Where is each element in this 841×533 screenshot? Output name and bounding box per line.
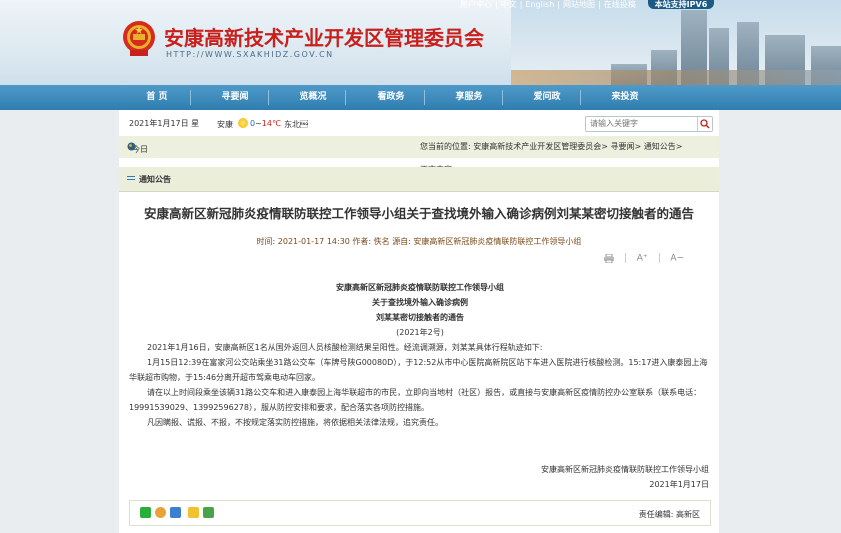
nav-services[interactable]: 享服务 bbox=[439, 85, 499, 110]
article-body: 安康高新区新冠肺炎疫情联防联控工作领导小组 关于查找境外输入确诊病例 刘某某密切… bbox=[129, 280, 711, 430]
skyline-banner bbox=[511, 0, 841, 85]
share-bar: 责任编辑: 高新区 bbox=[129, 500, 711, 526]
paragraph: 2021年1月16日，安康高新区1名从国外返回人员核酸检测结果呈阳性。经流调溯源… bbox=[147, 343, 543, 352]
doc-heading-line: 刘某某密切接触者的通告 bbox=[376, 313, 464, 322]
search-icon bbox=[700, 119, 710, 129]
nav-invest[interactable]: 来投资 bbox=[595, 85, 655, 110]
qzone-icon[interactable] bbox=[188, 507, 199, 518]
paragraph: 请在以上时间段乘坐该辆31路公交车和进入康泰园上海华联超市的市民，立即向当地村（… bbox=[129, 388, 702, 412]
editor-label: 责任编辑: 高新区 bbox=[638, 510, 700, 519]
qq-icon[interactable] bbox=[170, 507, 181, 518]
notice-section-header: 通知公告 bbox=[119, 167, 719, 192]
doc-heading-line: 安康高新区新冠肺炎疫情联防联控工作领导小组 bbox=[336, 283, 504, 292]
doc-heading-line: 关于查找境外输入确诊病例 bbox=[372, 298, 468, 307]
nav-overview[interactable]: 览概况 bbox=[283, 85, 343, 110]
article-meta: 时间: 2021-01-17 14:30 作者: 佚名 源自: 安康高新区新冠肺… bbox=[256, 237, 582, 246]
link-submit[interactable]: 在线投稿 bbox=[604, 0, 636, 9]
link-english[interactable]: English bbox=[525, 0, 554, 9]
weather-wind: 东北 bbox=[284, 120, 308, 129]
doc-number: (2021年2号) bbox=[396, 328, 444, 337]
site-header: 用户中心 | 中文 | English | 网站地图 | 在线投稿 本站支持IPV6 安康高新技… bbox=[0, 0, 841, 85]
sun-icon bbox=[238, 118, 248, 128]
site-url: HTTP://WWW.SXAKHIDZ.GOV.CN bbox=[166, 50, 334, 59]
font-increase-button[interactable]: A⁺ bbox=[637, 254, 648, 264]
current-date: 2021年1月17日 星 bbox=[129, 119, 200, 128]
wechat-icon[interactable] bbox=[140, 507, 151, 518]
link-sitemap[interactable]: 网站地图 bbox=[563, 0, 595, 9]
link-user-center[interactable]: 用户中心 bbox=[460, 0, 492, 9]
info-bar: 2021年1月17日 星 安康 0~14℃ 东北 bbox=[119, 110, 719, 134]
today-label: 今日 bbox=[127, 142, 148, 155]
signature-block: 安康高新区新冠肺炎疫情联防联控工作领导小组 2021年1月17日 bbox=[129, 462, 709, 492]
share-more-icon[interactable] bbox=[203, 507, 214, 518]
weibo-icon[interactable] bbox=[155, 507, 166, 518]
nav-inquiry[interactable]: 爱问政 bbox=[517, 85, 577, 110]
notice-label[interactable]: 通知公告 bbox=[139, 174, 171, 185]
content-page: 2021年1月17日 星 安康 0~14℃ 东北 今日 您当前的位置: 安康高… bbox=[119, 110, 719, 533]
top-links: 用户中心 | 中文 | English | 网站地图 | 在线投稿 bbox=[460, 0, 636, 9]
nav-government[interactable]: 看政务 bbox=[361, 85, 421, 110]
site-title: 安康高新技术产业开发区管理委员会 bbox=[164, 26, 484, 50]
nav-home[interactable]: 首 页 bbox=[127, 85, 187, 110]
national-emblem-icon bbox=[123, 21, 155, 56]
weather-temperature: 0~14℃ bbox=[250, 119, 281, 128]
nav-news[interactable]: 寻要闻 bbox=[205, 85, 265, 110]
paragraph: 凡因瞒报、谎报、不报，不按规定落实防控措施，将依据相关法律法规，追究责任。 bbox=[147, 418, 443, 427]
breadcrumb[interactable]: 您当前的位置: 安康高新技术产业开发区管理委员会> 寻要闻> 通知公告> bbox=[420, 141, 682, 152]
search-button[interactable] bbox=[697, 117, 712, 131]
weather-location: 安康 bbox=[217, 120, 233, 129]
font-decrease-button[interactable]: A− bbox=[670, 254, 684, 264]
signature-date: 2021年1月17日 bbox=[649, 480, 709, 489]
main-nav: 首 页 寻要闻 览概况 看政务 享服务 爱问政 来投资 bbox=[0, 85, 841, 110]
breadcrumb-bar: 今日 您当前的位置: 安康高新技术产业开发区管理委员会> 寻要闻> 通知公告> … bbox=[119, 136, 719, 174]
article-title: 安康高新区新冠肺炎疫情联防联控工作领导小组关于查找境外输入确诊病例刘某某密切接触… bbox=[143, 206, 694, 221]
article-tools: A⁺ A− bbox=[604, 253, 684, 264]
signature-org: 安康高新区新冠肺炎疫情联防联控工作领导小组 bbox=[541, 465, 709, 474]
search-input[interactable] bbox=[590, 118, 690, 129]
link-chinese[interactable]: 中文 bbox=[501, 0, 517, 9]
list-icon bbox=[127, 176, 135, 182]
ipv6-badge: 本站支持IPV6 bbox=[648, 0, 714, 9]
paragraph: 1月15日12:39在富家河公交站乘坐31路公交车（车牌号陕G00080D），于… bbox=[129, 358, 708, 382]
print-icon[interactable] bbox=[604, 253, 614, 263]
search-box bbox=[585, 116, 713, 132]
speaker-icon bbox=[127, 142, 136, 151]
